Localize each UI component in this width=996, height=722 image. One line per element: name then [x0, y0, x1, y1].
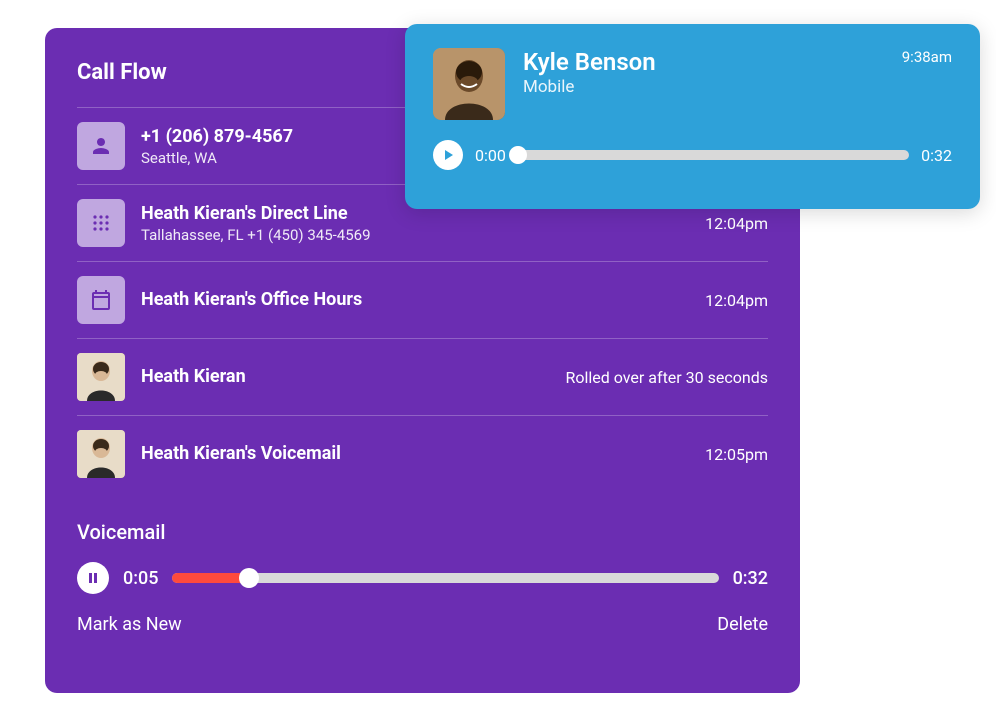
seek-progress — [172, 573, 248, 583]
dialpad-icon — [77, 199, 125, 247]
play-button[interactable] — [433, 140, 463, 170]
voicemail-title: Voicemail — [77, 520, 768, 544]
card-header: Kyle Benson Mobile 9:38am — [433, 48, 952, 120]
contact-card: Kyle Benson Mobile 9:38am 0:00 0:32 — [405, 24, 980, 209]
card-info: Kyle Benson Mobile — [523, 48, 884, 97]
row-title: Heath Kieran's Voicemail — [141, 442, 689, 465]
voicemail-actions: Mark as New Delete — [77, 614, 768, 635]
voicemail-player: 0:05 0:32 — [77, 562, 768, 594]
calendar-icon — [77, 276, 125, 324]
seek-thumb[interactable] — [239, 568, 259, 588]
pause-button[interactable] — [77, 562, 109, 594]
row-content: Heath Kieran's Voicemail — [141, 442, 689, 465]
duration-time: 0:32 — [733, 568, 768, 589]
voicemail-section: Voicemail 0:05 0:32 Mark as New Delete — [77, 520, 768, 635]
card-player: 0:00 0:32 — [433, 140, 952, 170]
current-time: 0:00 — [475, 146, 506, 165]
row-time: 12:05pm — [705, 445, 768, 464]
seek-track[interactable] — [518, 150, 909, 160]
row-title: Heath Kieran's Office Hours — [141, 288, 689, 311]
avatar — [77, 430, 125, 478]
contact-name: Kyle Benson — [523, 48, 884, 77]
contact-sub: Mobile — [523, 77, 884, 97]
call-row[interactable]: Heath Kieran Rolled over after 30 second… — [77, 338, 768, 415]
row-time: 12:04pm — [705, 214, 768, 233]
current-time: 0:05 — [123, 568, 158, 589]
row-content: Heath Kieran's Office Hours — [141, 288, 689, 311]
avatar — [433, 48, 505, 120]
row-content: Heath Kieran — [141, 365, 550, 388]
delete-button[interactable]: Delete — [717, 614, 768, 635]
duration-time: 0:32 — [921, 146, 952, 165]
row-title: Heath Kieran — [141, 365, 550, 388]
seek-thumb[interactable] — [509, 146, 527, 164]
call-row[interactable]: Heath Kieran's Voicemail 12:05pm — [77, 415, 768, 492]
mark-new-button[interactable]: Mark as New — [77, 614, 182, 635]
card-time: 9:38am — [902, 48, 952, 66]
row-time: 12:04pm — [705, 291, 768, 310]
row-sub: Tallahassee, FL +1 (450) 345-4569 — [141, 226, 689, 244]
person-icon — [77, 122, 125, 170]
row-time: Rolled over after 30 seconds — [566, 368, 768, 387]
seek-track[interactable] — [172, 573, 718, 583]
call-row[interactable]: Heath Kieran's Office Hours 12:04pm — [77, 261, 768, 338]
avatar — [77, 353, 125, 401]
